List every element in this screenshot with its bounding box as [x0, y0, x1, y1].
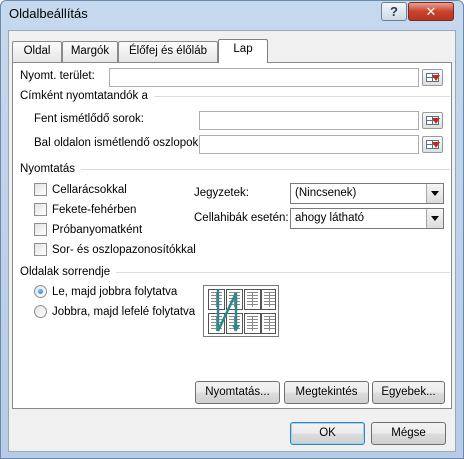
print-area-collapse-button[interactable]: [422, 69, 443, 86]
page-order-heading: Oldalak sorrendje: [20, 266, 111, 278]
print-button[interactable]: Nyomtatás...: [195, 381, 280, 404]
tab-lap[interactable]: Lap: [218, 39, 268, 63]
checkbox-box[interactable]: [34, 223, 47, 236]
comments-select[interactable]: (Nincsenek): [290, 183, 444, 204]
dialog-body: Oldal Margók Élőfej és élőláb Lap Nyomt.…: [8, 30, 456, 452]
chevron-down-icon[interactable]: [426, 184, 443, 203]
row-col-headings-label: Sor- és oszlopazonosítókkal: [52, 243, 196, 256]
order-arrow-icon: [216, 289, 240, 332]
page-order-preview-icon: [203, 285, 279, 337]
gridlines-checkbox[interactable]: Cellarácsokkal: [34, 183, 127, 196]
cell-errors-select[interactable]: ahogy látható: [290, 208, 444, 229]
rows-collapse-button[interactable]: [422, 112, 443, 129]
print-area-label: Nyomt. terület:: [20, 70, 95, 82]
cols-to-repeat-field[interactable]: [199, 135, 419, 154]
section-divider: [80, 168, 450, 170]
tab-margok[interactable]: Margók: [62, 41, 118, 62]
print-area-field[interactable]: [109, 68, 419, 87]
red-arrow-icon: [432, 142, 440, 148]
tab-elofej-es-elolab[interactable]: Élőfej és élőláb: [118, 41, 218, 62]
print-heading: Nyomtatás: [20, 163, 75, 175]
down-then-over-radio[interactable]: Le, majd jobbra folytatva: [34, 285, 177, 298]
checkbox-box[interactable]: [34, 183, 47, 196]
print-section: Nyomtatás: [20, 163, 450, 175]
section-divider: [153, 95, 450, 97]
section-divider: [116, 271, 450, 273]
rows-to-repeat-label: Fent ismétlődő sorok:: [34, 113, 144, 125]
tab-panel-lap: Nyomt. terület: Címként nyomtatandók a F…: [12, 62, 452, 409]
draft-quality-label: Próbanyomatként: [52, 223, 143, 236]
page-setup-dialog: Oldalbeállítás ? ✕ Oldal Margók Élőfej é…: [0, 0, 464, 459]
radio-indicator[interactable]: [34, 305, 47, 318]
over-then-down-radio[interactable]: Jobbra, majd lefelé folytatva: [34, 305, 195, 318]
options-button[interactable]: Egyebek...: [372, 381, 445, 404]
gridlines-label: Cellarácsokkal: [52, 183, 127, 196]
black-and-white-checkbox[interactable]: Fekete-fehérben: [34, 203, 136, 216]
dialog-title: Oldalbeállítás: [9, 6, 88, 21]
cols-collapse-button[interactable]: [422, 136, 443, 153]
row-col-headings-checkbox[interactable]: Sor- és oszlopazonosítókkal: [34, 243, 196, 256]
ok-button[interactable]: OK: [290, 422, 365, 445]
red-arrow-icon: [432, 75, 440, 81]
cancel-button[interactable]: Mégse: [371, 422, 446, 445]
cols-to-repeat-label: Bal oldalon ismétlendő oszlopok:: [34, 137, 202, 149]
help-button[interactable]: ?: [381, 2, 407, 21]
comments-label: Jegyzetek:: [194, 187, 249, 199]
checkbox-box[interactable]: [34, 203, 47, 216]
preview-button[interactable]: Megtekintés: [284, 381, 369, 404]
title-bar[interactable]: Oldalbeállítás ? ✕: [1, 1, 463, 29]
close-button[interactable]: ✕: [408, 2, 454, 21]
red-arrow-icon: [432, 118, 440, 124]
cell-errors-label: Cellahibák esetén:: [194, 212, 289, 224]
down-then-over-label: Le, majd jobbra folytatva: [52, 285, 178, 298]
cell-errors-value: ahogy látható: [295, 212, 365, 224]
black-and-white-label: Fekete-fehérben: [52, 203, 137, 216]
print-titles-section: Címként nyomtatandók a: [20, 90, 450, 102]
comments-value: (Nincsenek): [295, 187, 357, 199]
checkbox-box[interactable]: [34, 243, 47, 256]
over-then-down-label: Jobbra, majd lefelé folytatva: [52, 305, 196, 318]
tab-oldal[interactable]: Oldal: [12, 41, 62, 62]
chevron-down-icon[interactable]: [426, 209, 443, 228]
rows-to-repeat-field[interactable]: [199, 111, 419, 130]
radio-indicator[interactable]: [34, 285, 47, 298]
draft-quality-checkbox[interactable]: Próbanyomatként: [34, 223, 142, 236]
print-titles-heading: Címként nyomtatandók a: [20, 90, 148, 102]
page-order-section: Oldalak sorrendje: [20, 266, 450, 278]
